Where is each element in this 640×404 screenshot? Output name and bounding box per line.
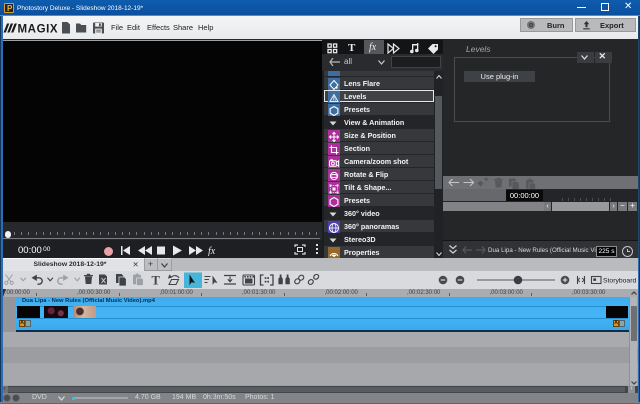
svg-text:MAGIX: MAGIX xyxy=(18,24,59,36)
svg-text:Storyboard: Storyboard xyxy=(603,278,636,285)
svg-text:fx: fx xyxy=(208,246,216,256)
svg-text:T: T xyxy=(152,274,161,288)
